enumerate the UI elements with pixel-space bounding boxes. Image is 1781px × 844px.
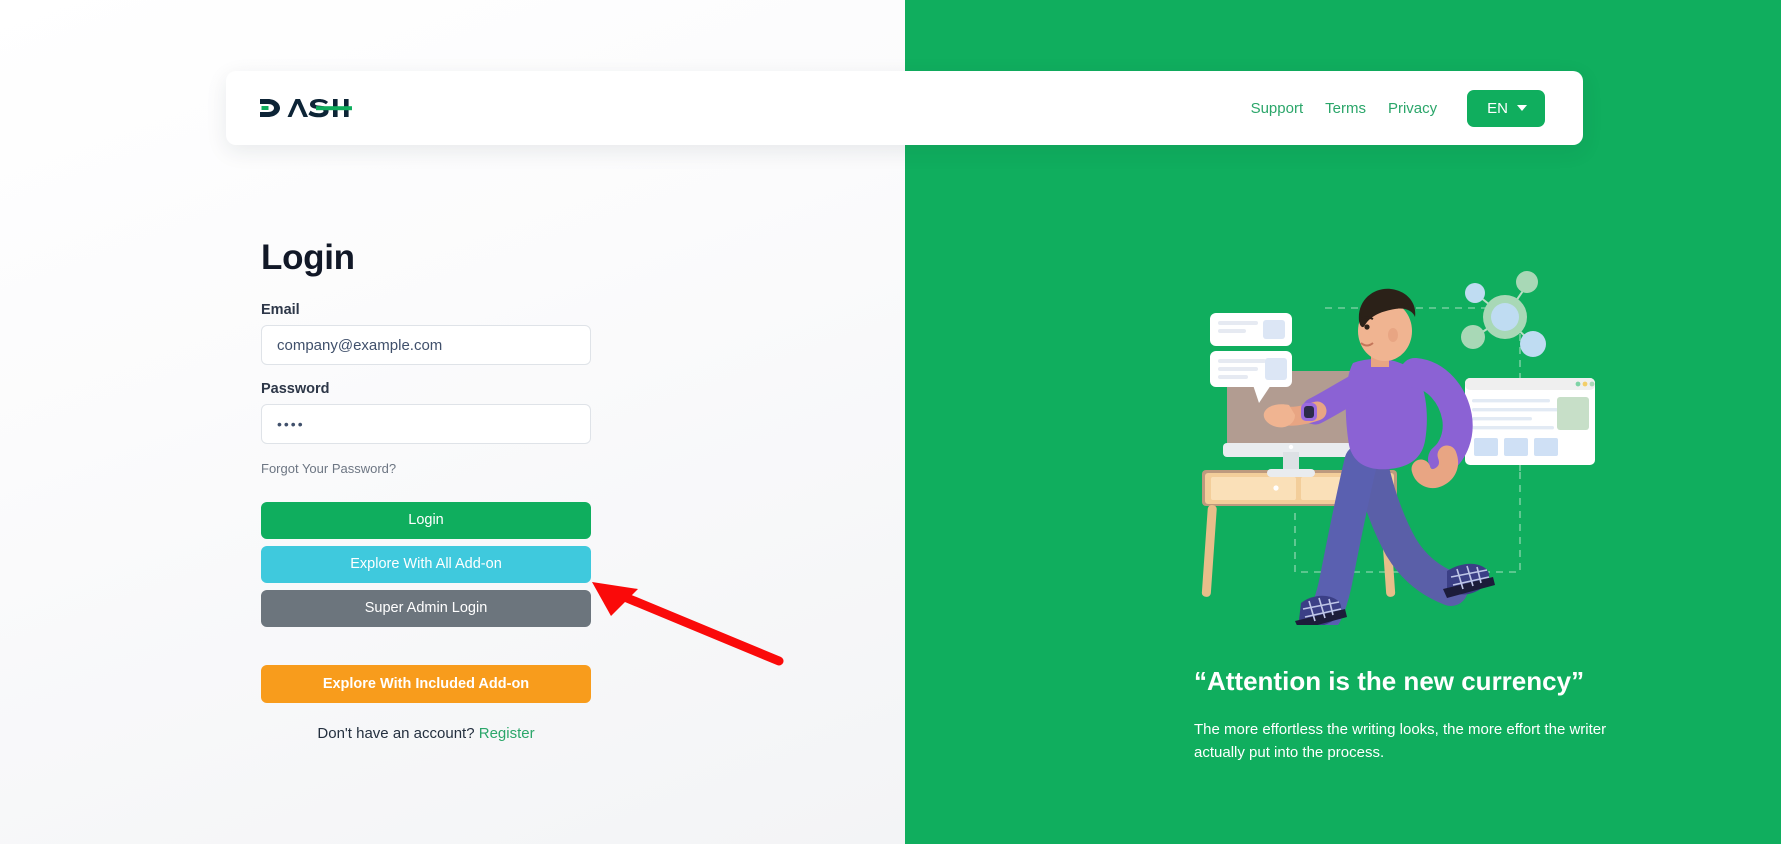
language-selector-label: EN — [1487, 99, 1508, 117]
login-page: “Attention is the new currency” The more… — [0, 0, 1781, 844]
explore-with-all-addon-button[interactable]: Explore With All Add-on — [261, 546, 591, 583]
email-field[interactable] — [261, 325, 591, 365]
promo-quote-body: The more effortless the writing looks, t… — [1194, 721, 1607, 761]
explore-with-included-addon-button[interactable]: Explore With Included Add-on — [261, 665, 591, 703]
shoe-back — [1443, 563, 1495, 598]
page-title: Login — [261, 238, 355, 277]
forgot-password-link[interactable]: Forgot Your Password? — [261, 461, 396, 476]
register-row: Don't have an account? Register — [261, 725, 591, 742]
email-label: Email — [261, 302, 300, 318]
super-admin-login-button[interactable]: Super Admin Login — [261, 590, 591, 627]
promo-quote-title: “Attention is the new currency” — [1194, 666, 1585, 696]
password-field[interactable] — [261, 404, 591, 444]
chevron-down-icon — [1517, 105, 1527, 111]
dash-logo[interactable] — [256, 95, 352, 121]
header-bar: Support Terms Privacy EN — [226, 71, 1583, 145]
molecule-graphic — [1461, 271, 1546, 357]
browser-window — [1465, 378, 1595, 465]
login-form: Login Email Password Forgot Your Passwor… — [261, 238, 591, 742]
register-prompt: Don't have an account? — [317, 725, 475, 742]
nav-link-terms[interactable]: Terms — [1325, 100, 1366, 117]
nav-link-privacy[interactable]: Privacy — [1388, 100, 1437, 117]
promo-quote-block: “Attention is the new currency” The more… — [1194, 666, 1614, 764]
running-man-desk-illustration — [1175, 255, 1605, 632]
nav-link-support[interactable]: Support — [1251, 100, 1304, 117]
password-label: Password — [261, 381, 330, 397]
chat-bubble-top — [1210, 313, 1292, 346]
register-link[interactable]: Register — [479, 725, 535, 742]
header-nav: Support Terms Privacy EN — [1251, 89, 1545, 127]
login-button[interactable]: Login — [261, 502, 591, 539]
language-selector-button[interactable]: EN — [1467, 89, 1545, 127]
